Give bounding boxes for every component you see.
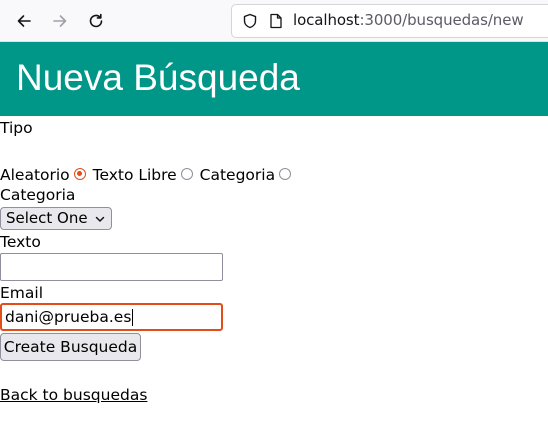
browser-toolbar: localhost:3000/busquedas/new — [0, 0, 548, 42]
reload-icon[interactable] — [81, 6, 111, 36]
categoria-label: Categoria — [0, 186, 76, 204]
email-input-value: dani@prueba.es — [5, 307, 132, 326]
radio-label-texto-libre: Texto Libre — [92, 165, 177, 184]
texto-label: Texto — [0, 233, 41, 251]
radio-aleatorio[interactable] — [73, 167, 86, 180]
email-label: Email — [0, 284, 44, 302]
forward-arrow-icon[interactable] — [45, 6, 75, 36]
back-arrow-icon[interactable] — [9, 6, 39, 36]
url-host: localhost — [293, 11, 360, 30]
back-to-busquedas-link[interactable]: Back to busquedas — [0, 384, 147, 406]
page-icon[interactable] — [267, 12, 285, 30]
url-text[interactable]: localhost:3000/busquedas/new — [293, 10, 524, 32]
page-title: Nueva Búsqueda — [16, 57, 300, 98]
radio-categoria[interactable] — [279, 167, 292, 180]
tipo-label: Tipo — [0, 119, 33, 137]
texto-input[interactable] — [0, 253, 223, 281]
radio-texto-libre[interactable] — [180, 167, 193, 180]
page-header: Nueva Búsqueda — [0, 42, 548, 116]
tipo-radio-group: Aleatorio Texto Libre Categoria — [0, 163, 293, 185]
radio-label-aleatorio: Aleatorio — [0, 165, 70, 184]
text-caret — [132, 308, 134, 326]
create-busqueda-button[interactable]: Create Busqueda — [0, 333, 141, 361]
categoria-selected-value: Select One — [6, 208, 88, 227]
email-input[interactable]: dani@prueba.es — [0, 303, 223, 331]
categoria-select[interactable]: Select One — [0, 207, 112, 230]
radio-label-categoria: Categoria — [199, 165, 276, 184]
url-bar[interactable]: localhost:3000/busquedas/new — [231, 4, 548, 38]
shield-icon[interactable] — [241, 12, 259, 30]
url-path: :3000/busquedas/new — [359, 11, 524, 30]
chevron-down-icon — [95, 211, 105, 233]
